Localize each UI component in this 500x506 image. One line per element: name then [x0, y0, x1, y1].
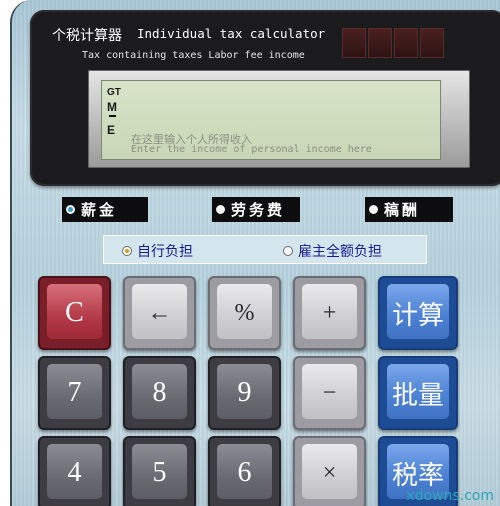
radio-selected-icon	[122, 246, 132, 256]
input-placeholder-en: Enter the income of personal income here	[131, 144, 372, 155]
digit-9-label: 9	[237, 377, 252, 408]
solar-cell	[368, 28, 392, 58]
percent-button[interactable]: %	[208, 276, 281, 350]
radio-icon	[216, 205, 225, 214]
minus-button[interactable]: −	[293, 356, 366, 430]
backspace-arrow-icon: ←	[147, 299, 172, 326]
mode-royalty-label: 稿酬	[384, 201, 421, 219]
backspace-button[interactable]: ←	[123, 276, 196, 350]
mode-royalty[interactable]: 稿酬	[365, 197, 453, 222]
minus-button-label: −	[322, 379, 337, 406]
minus-indicator	[109, 115, 116, 117]
plus-button-label: +	[322, 299, 337, 326]
solar-cell	[394, 28, 418, 58]
mode-labor[interactable]: 劳务费	[212, 197, 300, 222]
top-panel: 个税计算器 Individual tax calculator Tax cont…	[30, 10, 500, 186]
radio-selected-icon	[66, 205, 75, 214]
tax-rate-button-label: 税率	[391, 460, 444, 491]
mode-salary-label: 薪金	[81, 201, 118, 219]
batch-button-label: 批量	[391, 380, 444, 411]
digit-8-label: 8	[152, 377, 167, 408]
times-button-label: ×	[322, 459, 337, 486]
radio-icon	[283, 246, 293, 256]
mode-labor-label: 劳务费	[231, 201, 286, 219]
mode-salary[interactable]: 薪金	[62, 197, 148, 222]
digit-7-label: 7	[67, 377, 82, 408]
radio-icon	[369, 205, 378, 214]
calculate-button-label: 计算	[391, 300, 444, 331]
digit-5-label: 5	[152, 457, 167, 488]
burden-employer-label: 雇主全额负担	[298, 244, 382, 260]
error-indicator: E	[107, 123, 116, 137]
digit-5-button[interactable]: 5	[123, 436, 196, 506]
solar-cell	[342, 28, 366, 58]
memory-indicator: M	[107, 100, 117, 114]
digit-6-label: 6	[237, 457, 252, 488]
app-title-en: Individual tax calculator	[137, 26, 326, 41]
clear-button-label: C	[65, 297, 84, 328]
burden-self-option[interactable]: 自行负担	[122, 241, 193, 261]
digit-7-button[interactable]: 7	[38, 356, 111, 430]
calculator-body: 个税计算器 Individual tax calculator Tax cont…	[10, 0, 500, 506]
digit-6-button[interactable]: 6	[208, 436, 281, 506]
app-subtitle: Tax containing taxes Labor fee income	[82, 50, 305, 61]
digit-8-button[interactable]: 8	[123, 356, 196, 430]
batch-button[interactable]: 批量	[378, 356, 458, 430]
plus-button[interactable]: +	[293, 276, 366, 350]
clear-button[interactable]: C	[38, 276, 111, 350]
solar-panel	[342, 28, 444, 58]
digit-4-button[interactable]: 4	[38, 436, 111, 506]
percent-button-label: %	[234, 299, 255, 326]
display-frame: GT M E 在这里输入个人所得收入 Enter the income of p…	[88, 70, 470, 168]
app-title-cn: 个税计算器	[52, 28, 122, 44]
times-button[interactable]: ×	[293, 436, 366, 506]
gt-indicator: GT	[107, 87, 121, 98]
burden-employer-option[interactable]: 雇主全额负担	[283, 241, 382, 261]
solar-cell	[420, 28, 444, 58]
digit-4-label: 4	[67, 457, 82, 488]
burden-self-label: 自行负担	[137, 244, 193, 260]
calculate-button[interactable]: 计算	[378, 276, 458, 350]
income-input-display[interactable]: GT M E 在这里输入个人所得收入 Enter the income of p…	[101, 80, 441, 160]
burden-options: 自行负担 雇主全额负担	[103, 235, 427, 264]
digit-9-button[interactable]: 9	[208, 356, 281, 430]
